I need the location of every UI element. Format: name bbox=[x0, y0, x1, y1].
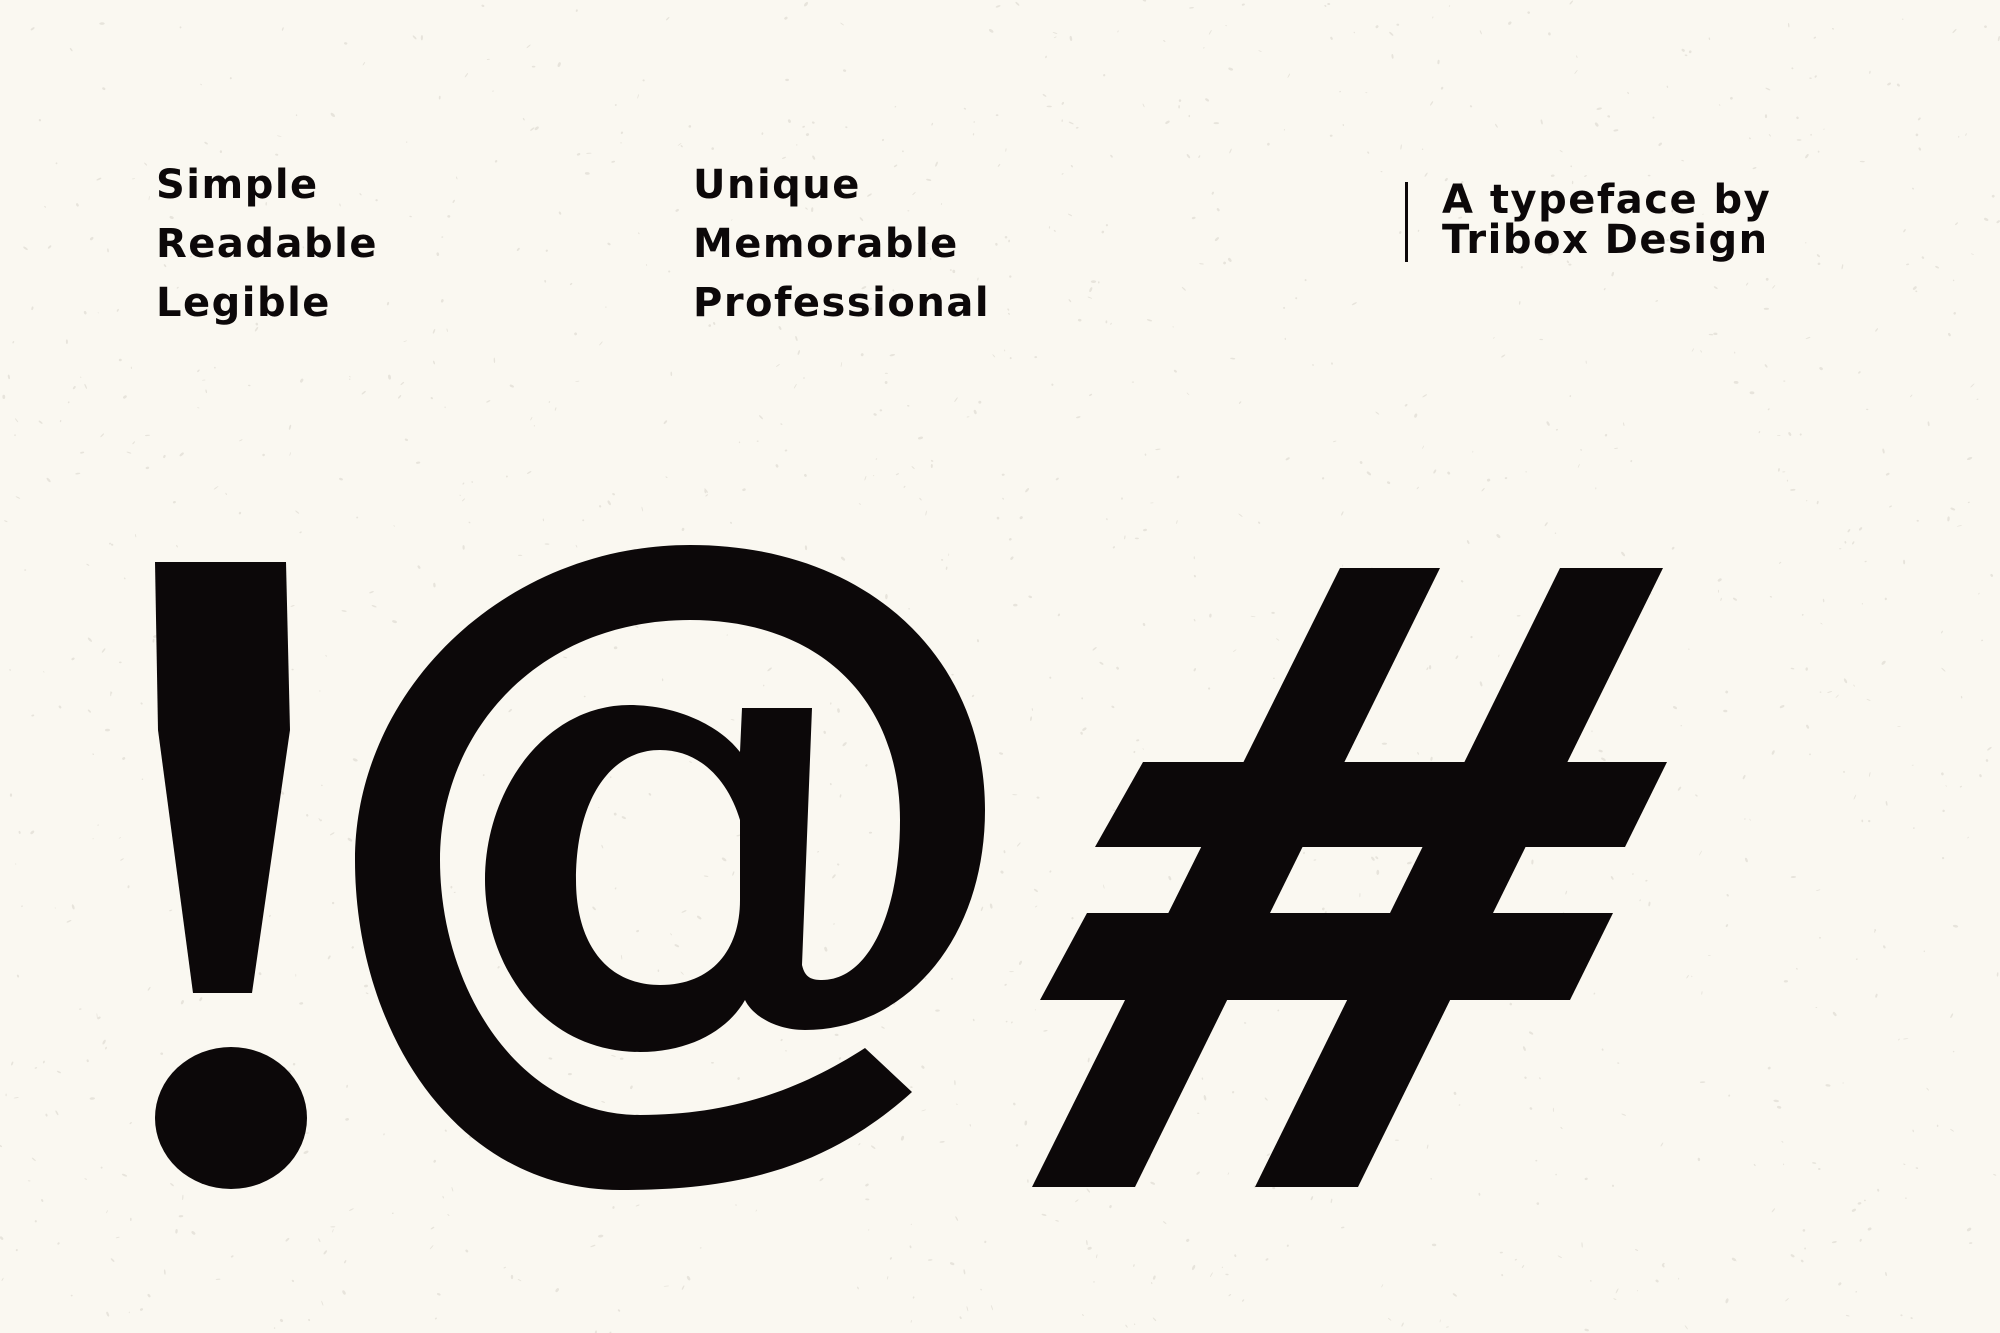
at-sign-glyph bbox=[355, 545, 985, 1190]
hash-glyph bbox=[1032, 568, 1667, 1187]
glyph-specimen bbox=[155, 545, 1667, 1190]
exclamation-glyph bbox=[155, 562, 307, 1189]
